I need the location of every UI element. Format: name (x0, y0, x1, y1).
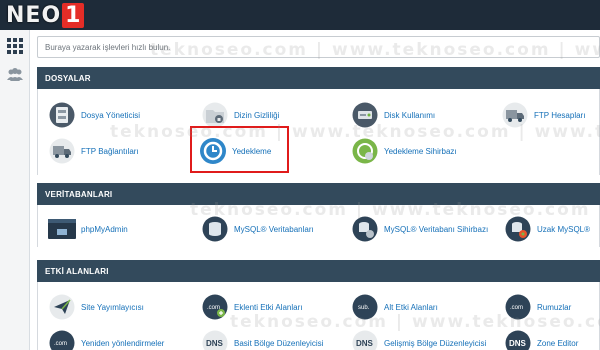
item-label: FTP Hesapları (534, 110, 586, 120)
phpmyadmin-icon (47, 214, 77, 244)
section-databases-title: VERİTABANLARI (37, 183, 600, 205)
item-mysql-wizard[interactable]: MySQL® Veritabanı Sihirbazı (350, 213, 488, 245)
item-label: MySQL® Veritabanı Sihirbazı (384, 224, 489, 234)
svg-text:DNS: DNS (356, 339, 374, 348)
item-subdomains[interactable]: sub. Alt Etki Alanları (350, 291, 438, 323)
database-wizard-icon (350, 214, 380, 244)
disk-usage-icon (350, 100, 380, 130)
backup-wizard-icon (350, 136, 380, 166)
ftp-truck-icon (47, 136, 77, 166)
item-mysql-databases[interactable]: MySQL® Veritabanları (200, 213, 314, 245)
svg-text:.com: .com (207, 305, 220, 311)
left-rail (0, 30, 30, 350)
grid-icon[interactable] (6, 37, 24, 55)
item-label: Uzak MySQL® (537, 224, 591, 234)
item-addon-domains[interactable]: .com Eklenti Etki Alanları (200, 291, 302, 323)
highlight-frame (190, 126, 289, 173)
item-label: phpMyAdmin (81, 224, 128, 234)
file-cabinet-icon (47, 100, 77, 130)
item-simple-zone-editor[interactable]: DNS Basit Bölge Düzenleyicisi (200, 327, 323, 350)
item-label: Yeniden yönlendirmeler (81, 338, 165, 348)
item-file-manager[interactable]: Dosya Yöneticisi (47, 99, 140, 131)
paper-plane-icon (47, 292, 77, 322)
section-files-title: DOSYALAR (37, 67, 600, 89)
addon-domain-icon: .com (200, 292, 230, 322)
redirect-icon: .com (47, 328, 77, 350)
remote-database-icon (503, 214, 533, 244)
item-label: Eklenti Etki Alanları (234, 302, 303, 312)
item-label: Dizin Gizliliği (234, 110, 280, 120)
dns-icon: DNS (503, 328, 533, 350)
item-advanced-zone-editor[interactable]: DNS Gelişmiş Bölge Düzenleyicisi (350, 327, 486, 350)
top-bar: NEO 1 (0, 0, 600, 30)
subdomain-icon: sub. (350, 292, 380, 322)
logo-badge: 1 (62, 2, 85, 28)
logo[interactable]: NEO 1 (6, 2, 85, 28)
item-label: Disk Kullanımı (384, 110, 436, 120)
item-aliases[interactable]: .com Rumuzlar (503, 291, 571, 323)
item-disk-usage[interactable]: Disk Kullanımı (350, 99, 435, 131)
item-label: Basit Bölge Düzenleyicisi (234, 338, 324, 348)
ftp-truck-icon (500, 100, 530, 130)
item-label: MySQL® Veritabanları (234, 224, 314, 234)
svg-text:sub.: sub. (358, 305, 370, 311)
item-label: Site Yayımlayıcısı (81, 302, 144, 312)
users-icon[interactable] (6, 66, 24, 84)
svg-text:DNS: DNS (509, 339, 527, 348)
item-phpmyadmin[interactable]: phpMyAdmin (47, 213, 128, 245)
svg-text:DNS: DNS (206, 339, 224, 348)
item-backup-wizard[interactable]: Yedekleme Sihirbazı (350, 135, 457, 167)
section-domains-title: ETKİ ALANLARI (37, 260, 600, 282)
alias-icon: .com (503, 292, 533, 322)
item-zone-editor[interactable]: DNS Zone Editor (503, 327, 578, 350)
item-label: Alt Etki Alanları (384, 302, 438, 312)
item-label: Rumuzlar (537, 302, 572, 312)
logo-text: NEO (6, 2, 62, 28)
dns-icon: DNS (350, 328, 380, 350)
item-label: Dosya Yöneticisi (81, 110, 140, 120)
search-input[interactable] (38, 37, 599, 58)
item-ftp-connections[interactable]: FTP Bağlantıları (47, 135, 139, 167)
item-label: FTP Bağlantıları (81, 146, 139, 156)
svg-text:.com: .com (54, 341, 67, 347)
item-label: Yedekleme Sihirbazı (384, 146, 457, 156)
database-icon (200, 214, 230, 244)
dns-icon: DNS (200, 328, 230, 350)
search-box[interactable] (37, 36, 600, 58)
item-redirects[interactable]: .com Yeniden yönlendirmeler (47, 327, 164, 350)
item-ftp-accounts[interactable]: FTP Hesapları (500, 99, 585, 131)
item-label: Zone Editor (537, 338, 579, 348)
item-label: Gelişmiş Bölge Düzenleyicisi (384, 338, 487, 348)
item-remote-mysql[interactable]: Uzak MySQL® (503, 213, 590, 245)
svg-text:.com: .com (510, 305, 523, 311)
item-site-publisher[interactable]: Site Yayımlayıcısı (47, 291, 144, 323)
